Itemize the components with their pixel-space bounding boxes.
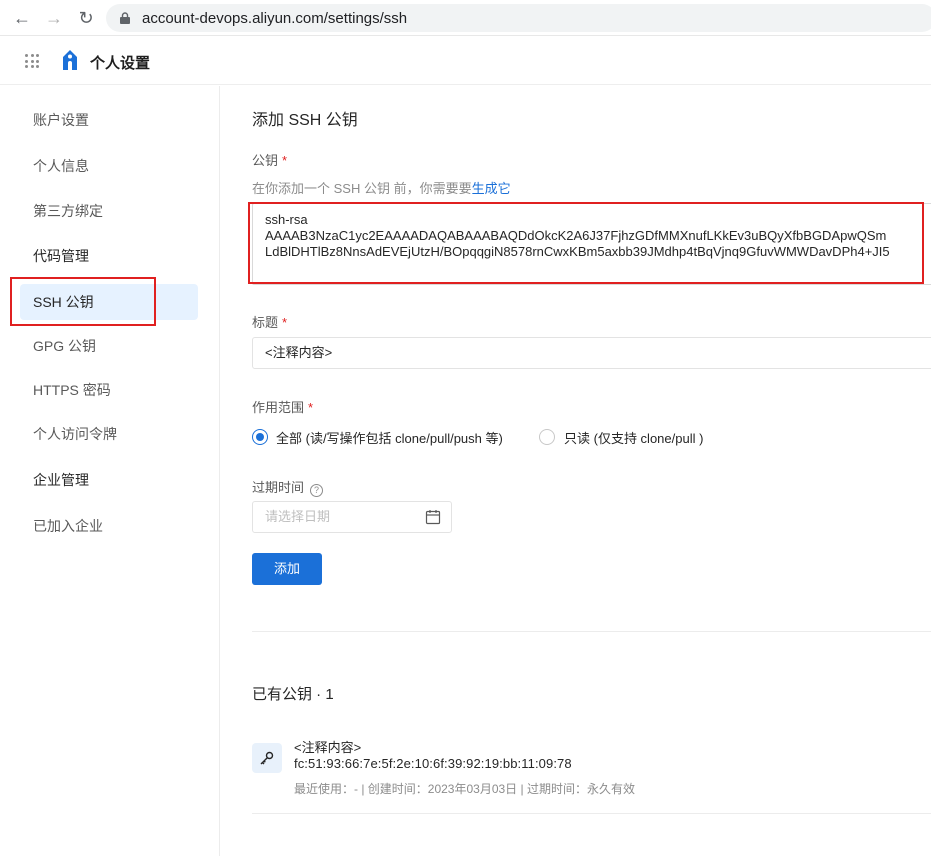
expire-date-picker[interactable]: 请选择日期 [252, 501, 452, 533]
key-item-name: <注释内容> [294, 740, 362, 755]
scope-radio-all[interactable] [252, 429, 268, 445]
sidebar-group-code-management: 代码管理 [33, 248, 89, 264]
forward-icon[interactable]: → [44, 8, 64, 28]
divider [252, 631, 931, 632]
reload-icon[interactable]: ↻ [76, 8, 96, 28]
app-header: 个人设置 [0, 37, 931, 85]
add-key-button[interactable]: 添加 [252, 553, 322, 585]
url-text: account-devops.aliyun.com/settings/ssh [142, 10, 408, 27]
scope-option-readonly-label[interactable]: 只读 (仅支持 clone/pull ) [564, 428, 703, 447]
sidebar-item-personal-info[interactable]: 个人信息 [20, 148, 198, 184]
expire-date-placeholder: 请选择日期 [265, 509, 331, 524]
divider [252, 813, 931, 814]
generate-key-link[interactable]: 生成它 [472, 181, 511, 196]
key-item-icon [252, 743, 282, 773]
expire-label: 过期时间? [252, 477, 324, 497]
sidebar: 账户设置 个人信息 第三方绑定 代码管理 SSH 公钥 GPG 公钥 HTTPS… [0, 86, 220, 856]
sidebar-item-gpg-keys[interactable]: GPG 公钥 [20, 328, 198, 364]
browser-toolbar: ← → ↻ account-devops.aliyun.com/settings… [0, 0, 931, 36]
title-label: 标题 * [252, 315, 288, 330]
sidebar-item-https-password[interactable]: HTTPS 密码 [20, 372, 198, 408]
lock-icon [120, 12, 130, 24]
sidebar-item-ssh-keys[interactable]: SSH 公钥 [20, 284, 198, 320]
scope-label: 作用范围 * [252, 400, 314, 415]
sidebar-group-enterprise-management: 企业管理 [33, 472, 89, 488]
sidebar-item-third-party[interactable]: 第三方绑定 [20, 193, 198, 229]
title-input[interactable]: <注释内容> [252, 337, 931, 369]
back-icon[interactable]: ← [12, 8, 32, 28]
help-icon[interactable]: ? [310, 484, 324, 497]
sidebar-item-joined-enterprises[interactable]: 已加入企业 [20, 508, 198, 544]
scope-option-all-label[interactable]: 全部 (读/写操作包括 clone/pull/push 等) [276, 428, 503, 447]
apps-grid-icon[interactable] [25, 54, 39, 68]
sidebar-item-account-settings[interactable]: 账户设置 [20, 102, 198, 138]
address-bar[interactable]: account-devops.aliyun.com/settings/ssh [106, 4, 931, 32]
sidebar-item-access-token[interactable]: 个人访问令牌 [20, 416, 198, 452]
calendar-icon [425, 510, 441, 525]
public-key-textarea[interactable]: ssh-rsa AAAAB3NzaC1yc2EAAAADAQABAAABAQDd… [252, 203, 931, 285]
scope-radio-readonly[interactable] [539, 429, 555, 445]
page-title: 个人设置 [90, 55, 151, 72]
key-icon [260, 751, 274, 765]
existing-keys-title: 已有公钥 · 1 [252, 686, 334, 703]
logo-icon [63, 50, 77, 70]
public-key-label: 公钥 * [252, 153, 288, 168]
key-item-fingerprint: fc:51:93:66:7e:5f:2e:10:6f:39:92:19:bb:1… [294, 756, 572, 771]
section-title-add-key: 添加 SSH 公钥 [252, 112, 358, 129]
generate-key-hint: 在你添加一个 SSH 公钥 前，你需要要生成它 [252, 181, 511, 196]
key-item-meta: 最近使用：- | 创建时间：2023年03月03日 | 过期时间：永久有效 [294, 782, 635, 796]
